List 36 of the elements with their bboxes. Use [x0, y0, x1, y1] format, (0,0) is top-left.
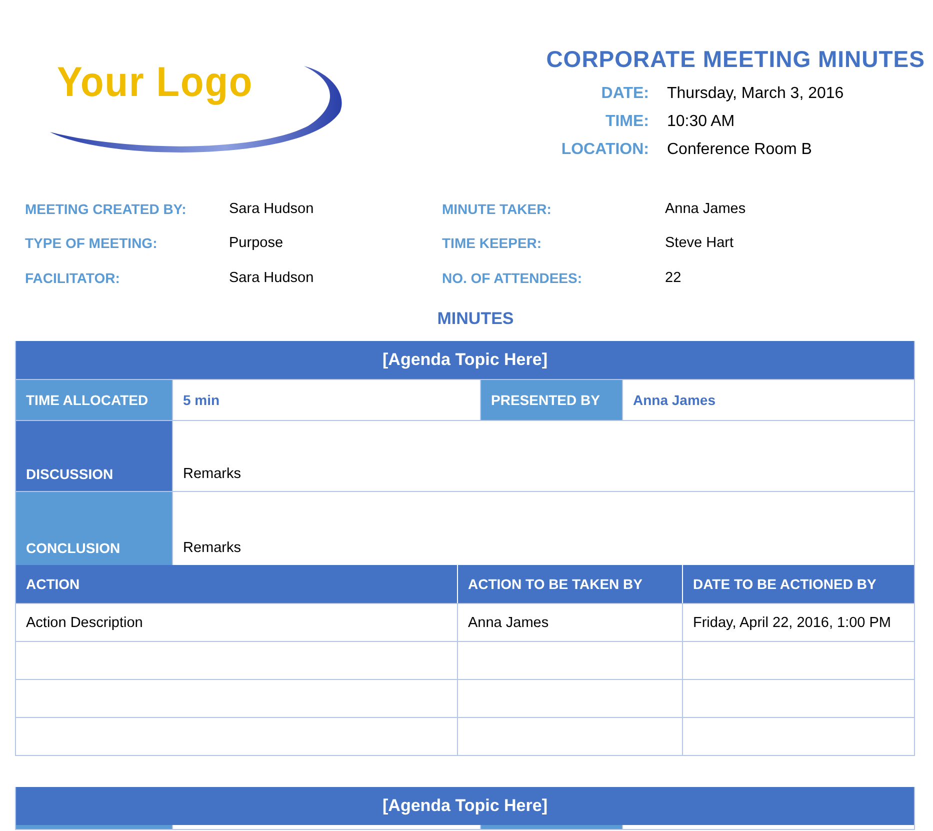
table-cell-text: Anna James: [632, 391, 716, 410]
field-value: Sara Hudson: [229, 270, 315, 288]
table-cell: Anna James: [458, 604, 683, 641]
agenda-topic-header: [Agenda Topic Here]: [16, 341, 914, 379]
field-label: FACILITATOR:: [25, 270, 121, 288]
field-value: Sara Hudson: [229, 201, 315, 219]
field-value: Conference Room B: [667, 141, 813, 159]
label-cell: PRESENTED BY: [481, 380, 623, 420]
table-cell: Action Description: [16, 604, 458, 641]
field-label: DATE:: [600, 85, 649, 103]
table-cell-text: Friday, April 22, 2016, 1:00 PM: [692, 614, 892, 632]
field-value: Steve Hart: [665, 235, 734, 254]
field-label: MEETING CREATED BY:: [25, 201, 188, 219]
field-value: Anna James: [665, 201, 747, 219]
column-header: ACTION: [16, 565, 458, 603]
field-label: TIME:: [604, 113, 649, 131]
field-label: TIME KEEPER:: [442, 235, 543, 254]
column-header: ACTION TO BE TAKEN BY: [458, 565, 683, 603]
section-title: MINUTES: [437, 309, 514, 329]
field-label: NO. OF ATTENDEES:: [442, 270, 583, 288]
table-cell-text: Remarks: [182, 539, 242, 558]
column-header: DATE TO BE ACTIONED BY: [683, 565, 914, 603]
table-cell-text: Remarks: [182, 465, 242, 484]
field-label: LOCATION:: [561, 141, 649, 159]
label-cell: DISCUSSION: [16, 421, 173, 491]
document-title: CORPORATE MEETING MINUTES: [546, 46, 925, 73]
label-cell: CONCLUSION: [16, 492, 173, 565]
field-value: 10:30 AM: [667, 113, 736, 131]
logo-text: Your Logo: [57, 60, 254, 108]
field-value: 22: [665, 270, 682, 288]
label-cell: TIME ALLOCATED: [16, 380, 173, 420]
field-value: Purpose: [229, 235, 284, 254]
agenda-topic-header: [Agenda Topic Here]: [16, 787, 914, 825]
field-value: Thursday, March 3, 2016: [667, 85, 845, 103]
field-label: MINUTE TAKER:: [442, 201, 552, 219]
field-label: TYPE OF MEETING:: [25, 235, 158, 254]
